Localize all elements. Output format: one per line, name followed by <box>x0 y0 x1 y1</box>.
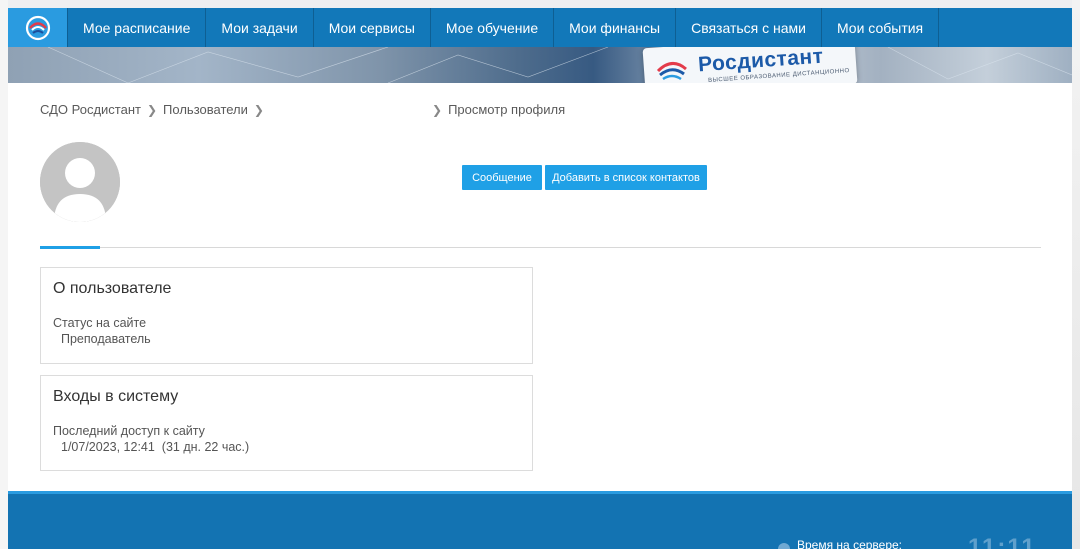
page-right-edge <box>1072 0 1080 549</box>
brand-swirl-icon <box>656 62 687 81</box>
rosdistant-logo-icon <box>25 15 50 40</box>
banner-network-pattern <box>47 47 1072 83</box>
nav-my-services[interactable]: Мои сервисы <box>314 8 431 47</box>
profile-tab-active-indicator <box>40 246 100 249</box>
clock-icon <box>778 543 790 549</box>
logins-title: Входы в систему <box>53 388 179 405</box>
chevron-right-icon: ❯ <box>253 102 264 117</box>
nav-contact-us[interactable]: Связаться с нами <box>676 8 822 47</box>
main-content: СДО Росдистант ❯ Пользователи ❯ ❯ Просмо… <box>8 83 1072 491</box>
breadcrumb-home[interactable]: СДО Росдистант <box>40 102 141 117</box>
breadcrumb-users[interactable]: Пользователи <box>163 102 248 117</box>
default-user-icon <box>40 142 120 222</box>
add-to-contacts-button[interactable]: Добавить в список контактов <box>545 165 707 190</box>
user-avatar <box>40 142 120 222</box>
header-banner: Росдистант ВЫСШЕЕ ОБРАЗОВАНИЕ ДИСТАНЦИОН… <box>8 47 1072 83</box>
page-footer: Время на сервере: 11:11 <box>8 491 1072 549</box>
breadcrumb-current: ❯ Просмотр профиля <box>432 102 565 117</box>
profile-tab-divider <box>40 247 1041 248</box>
last-access-label: Последний доступ к сайту <box>53 424 205 438</box>
logins-card: Входы в систему Последний доступ к сайту… <box>40 375 533 471</box>
nav-my-tasks[interactable]: Мои задачи <box>206 8 314 47</box>
chevron-right-icon: ❯ <box>146 102 158 117</box>
breadcrumb: СДО Росдистант ❯ Пользователи ❯ <box>40 102 270 117</box>
last-access-value: 1/07/2023, 12:41 (31 дн. 22 час.) <box>61 440 250 454</box>
site-status-label: Статус на сайте <box>53 316 147 330</box>
about-user-title: О пользователе <box>53 280 172 297</box>
site-logo[interactable] <box>8 8 68 47</box>
site-status-value: Преподаватель <box>61 332 151 346</box>
send-message-button[interactable]: Сообщение <box>462 165 542 190</box>
server-time-label: Время на сервере: <box>797 538 903 549</box>
breadcrumb-current-label: Просмотр профиля <box>448 102 566 117</box>
top-navigation: Мое расписание Мои задачи Мои сервисы Мо… <box>8 8 1072 47</box>
chevron-right-icon: ❯ <box>432 102 443 117</box>
about-user-card: О пользователе Статус на сайте Преподава… <box>40 267 533 364</box>
nav-my-schedule[interactable]: Мое расписание <box>68 8 207 47</box>
server-time-value: 11:11 <box>968 534 1037 549</box>
page-left-edge <box>0 0 8 549</box>
nav-my-learning[interactable]: Мое обучение <box>431 8 555 47</box>
nav-my-finances[interactable]: Мои финансы <box>554 8 677 47</box>
nav-my-events[interactable]: Мои события <box>822 8 940 47</box>
